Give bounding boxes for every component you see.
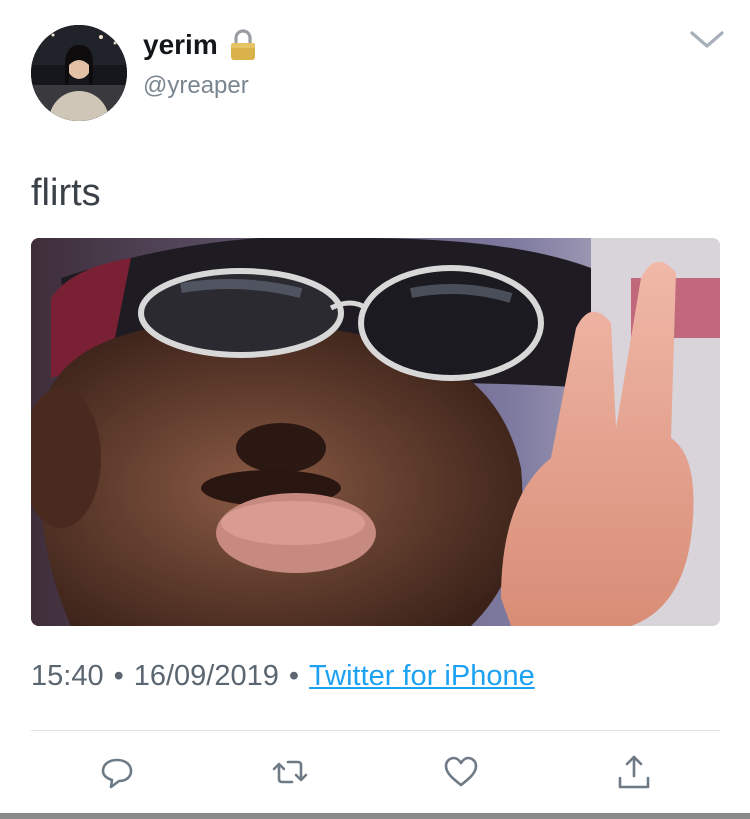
avatar[interactable] [31,25,127,121]
display-name[interactable]: yerim [143,29,218,61]
tweet-media-image[interactable] [31,238,720,626]
user-handle[interactable]: @yreaper [143,72,249,100]
heart-icon[interactable] [441,752,481,792]
tweet-date: 16/09/2019 [133,660,279,692]
avatar-image [31,25,127,121]
retweet-icon[interactable] [270,752,310,792]
reply-icon[interactable] [97,752,137,792]
meta-separator: • [113,660,124,692]
bottom-border [0,813,750,819]
tweet-time: 15:40 [31,660,104,692]
meme-photo [31,238,720,626]
divider [31,730,720,731]
tweet-metadata: 15:40 • 16/09/2019 • Twitter for iPhone [31,660,535,693]
lock-icon [228,28,258,62]
tweet-action-bar [0,748,750,800]
share-icon[interactable] [614,752,654,792]
tweet-text: flirts [31,172,101,214]
display-name-row[interactable]: yerim [143,28,258,62]
chevron-down-icon[interactable] [688,27,726,51]
meta-separator: • [288,660,300,692]
tweet-source-link[interactable]: Twitter for iPhone [309,660,535,693]
